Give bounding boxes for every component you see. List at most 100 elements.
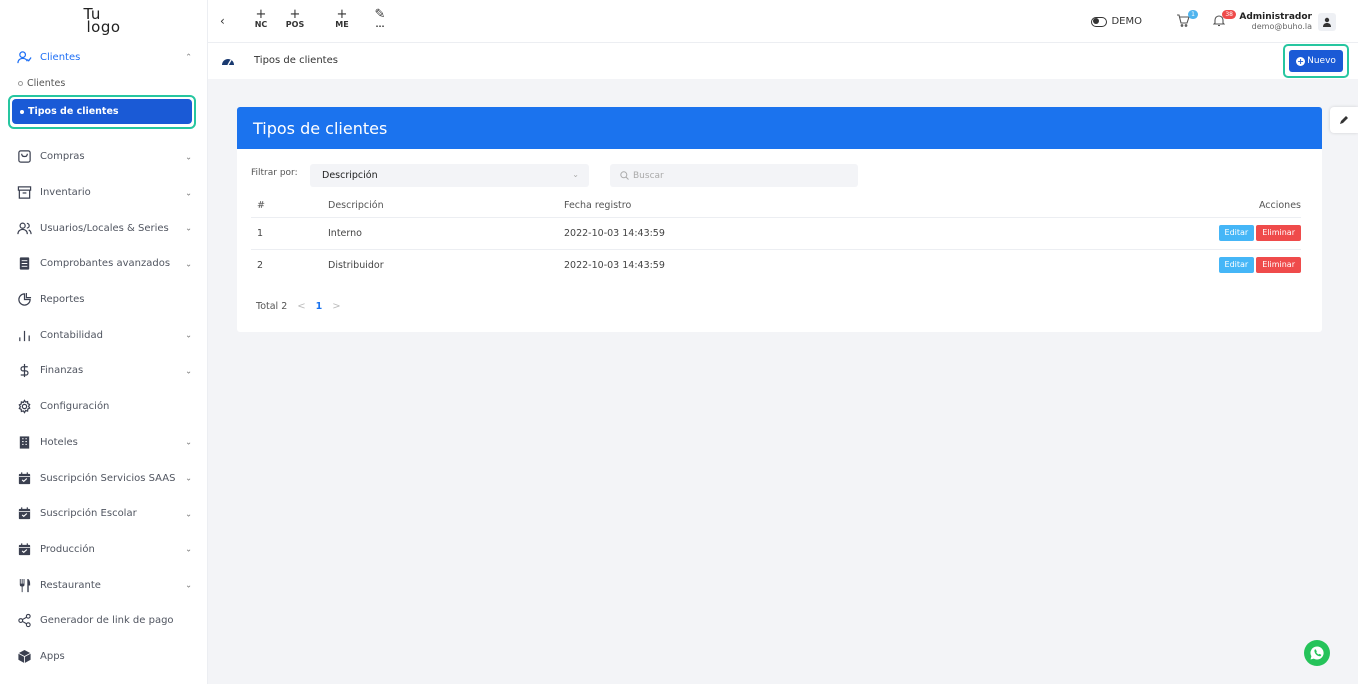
demo-toggle[interactable]: DEMO	[1091, 16, 1142, 27]
users-icon	[16, 220, 32, 236]
sidebar-subitem-label: Tipos de clientes	[28, 106, 119, 117]
column-header-description: Descripción	[328, 195, 564, 218]
sidebar-subitem-clientes[interactable]: Clientes	[0, 72, 208, 95]
collapse-icon[interactable]: ‹	[220, 14, 225, 28]
sidebar-subitem-tipos-de-clientes[interactable]: Tipos de clientes	[12, 99, 192, 124]
sidebar-item-hoteles[interactable]: Hoteles ⌄	[0, 425, 208, 461]
client-types-card: Tipos de clientes Filtrar por: Descripci…	[237, 107, 1322, 332]
sidebar-item-label: Apps	[40, 650, 65, 662]
edit-button[interactable]: Editar	[1218, 225, 1255, 241]
delete-button[interactable]: Eliminar	[1256, 225, 1301, 241]
new-button-label: Nuevo	[1307, 56, 1336, 66]
delete-button[interactable]: Eliminar	[1256, 257, 1301, 274]
quick-pos-button[interactable]: + POS	[280, 8, 310, 35]
sidebar-item-suscripcion-escolar[interactable]: Suscripción Escolar ⌄	[0, 496, 208, 532]
gear-icon	[16, 399, 32, 415]
sidebar-item-label: Restaurante	[40, 579, 101, 591]
share-icon	[16, 613, 32, 629]
page-number[interactable]: 1	[316, 301, 323, 312]
column-header-actions: Acciones	[964, 195, 1301, 218]
column-header-date: Fecha registro	[564, 195, 964, 218]
row-description: Distribuidor	[328, 259, 384, 271]
user-icon	[1323, 17, 1331, 27]
topbar: ‹ + NC + POS + ME ✎... DEMO 1 38 Administra…	[208, 0, 1358, 43]
sidebar-item-compras[interactable]: Compras ⌄	[0, 139, 208, 175]
sidebar-item-comprobantes-avanzados[interactable]: Comprobantes avanzados ⌄	[0, 246, 208, 282]
whatsapp-icon	[1310, 646, 1324, 660]
logo[interactable]: Tu logo	[0, 0, 207, 42]
quick-me-button[interactable]: + ME	[327, 8, 357, 35]
quick-more-button[interactable]: ✎...	[365, 8, 395, 35]
breadcrumb: Tipos de clientes	[254, 55, 338, 66]
chevron-down-icon: ⌄	[185, 188, 192, 198]
column-header-num: #	[251, 195, 328, 218]
sidebar-item-label: Contabilidad	[40, 329, 103, 341]
highlight-box: + Nuevo	[1283, 44, 1349, 78]
page-title: Tipos de clientes	[253, 118, 388, 138]
user-email: demo@buho.la	[1251, 22, 1312, 31]
sidebar-item-configuracion[interactable]: Configuración	[0, 389, 208, 425]
total-count: Total 2	[256, 301, 288, 312]
sidebar-item-generador-de-link-de-pago[interactable]: Generador de link de pago	[0, 603, 208, 639]
building-icon	[16, 434, 32, 450]
sidebar-item-label: Inventario	[40, 187, 91, 199]
chevron-down-icon: ⌄	[185, 544, 192, 554]
prev-page-icon[interactable]: <	[297, 301, 305, 312]
sidebar-item-finanzas[interactable]: Finanzas ⌄	[0, 353, 208, 389]
sidebar-item-produccion[interactable]: Producción ⌄	[0, 532, 208, 568]
calendar-check-icon	[16, 541, 32, 557]
chevron-down-icon: ⌄	[572, 170, 579, 179]
sidebar-item-reportes[interactable]: Reportes	[0, 282, 208, 318]
plus-icon: +	[255, 7, 267, 22]
next-page-icon[interactable]: >	[332, 301, 340, 312]
sidebar-item-inventario[interactable]: Inventario ⌄	[0, 175, 208, 211]
sidebar-item-clientes[interactable]: Clientes ⌃	[0, 42, 208, 72]
row-date: 2022-10-03 14:43:59	[564, 259, 665, 271]
sidebar-item-contabilidad[interactable]: Contabilidad ⌄	[0, 317, 208, 353]
archive-icon	[16, 185, 32, 201]
user-check-icon	[16, 49, 32, 65]
sidebar-item-label: Producción	[40, 543, 95, 555]
breadcrumb-bar: Tipos de clientes + Nuevo	[208, 43, 1358, 79]
search-field[interactable]	[610, 164, 858, 187]
search-input[interactable]	[633, 170, 833, 181]
chevron-down-icon: ⌄	[185, 437, 192, 447]
pie-chart-icon	[16, 292, 32, 308]
row-num: 1	[251, 217, 328, 250]
sidebar-nav: Clientes ⌃ Clientes Tipos de clientes Co…	[0, 42, 208, 674]
table-row: 1 Interno 2022-10-03 14:43:59 Editar Elim…	[251, 217, 1301, 250]
document-icon	[16, 256, 32, 272]
chevron-down-icon: ⌄	[185, 509, 192, 519]
box-icon	[16, 648, 32, 664]
sidebar-item-suscripcion-servicios-saas[interactable]: Suscripción Servicios SAAS ⌄	[0, 460, 208, 496]
edit-panel-button[interactable]	[1330, 107, 1358, 133]
pagination: Total 2 < 1 >	[256, 301, 351, 312]
sidebar-item-restaurante[interactable]: Restaurante ⌄	[0, 567, 208, 603]
highlight-box: Tipos de clientes	[8, 95, 196, 129]
user-name: Administrador	[1239, 12, 1312, 22]
row-num: 2	[257, 259, 264, 271]
sidebar-item-usuarios-locales-series[interactable]: Usuarios/Locales & Series ⌄	[0, 210, 208, 246]
chevron-down-icon: ⌄	[185, 152, 192, 162]
client-types-table: # Descripción Fecha registro Acciones 1 …	[251, 195, 1301, 281]
calendar-check-icon	[16, 506, 32, 522]
sidebar-item-apps[interactable]: Apps	[0, 639, 208, 675]
dashboard-icon	[222, 59, 234, 66]
toggle-icon	[1091, 16, 1108, 27]
sidebar-item-label: Generador de link de pago	[40, 615, 174, 627]
user-info[interactable]: Administrador demo@buho.la	[1239, 12, 1312, 32]
calendar-check-icon	[16, 470, 32, 486]
notification-count-badge: 38	[1222, 10, 1236, 19]
search-icon	[620, 171, 629, 180]
sidebar-item-label: Suscripción Escolar	[40, 508, 137, 520]
chevron-up-icon: ⌃	[185, 52, 192, 62]
edit-button[interactable]: Editar	[1218, 257, 1255, 274]
avatar[interactable]	[1318, 13, 1336, 31]
filter-select[interactable]: Descripción ⌄	[310, 164, 589, 187]
quick-nc-button[interactable]: + NC	[246, 7, 276, 35]
sidebar-item-label: Finanzas	[40, 365, 84, 377]
sidebar-subitem-label: Clientes	[27, 78, 66, 89]
new-button[interactable]: + Nuevo	[1289, 50, 1343, 72]
row-description: Interno	[328, 217, 564, 250]
whatsapp-button[interactable]	[1304, 640, 1330, 666]
